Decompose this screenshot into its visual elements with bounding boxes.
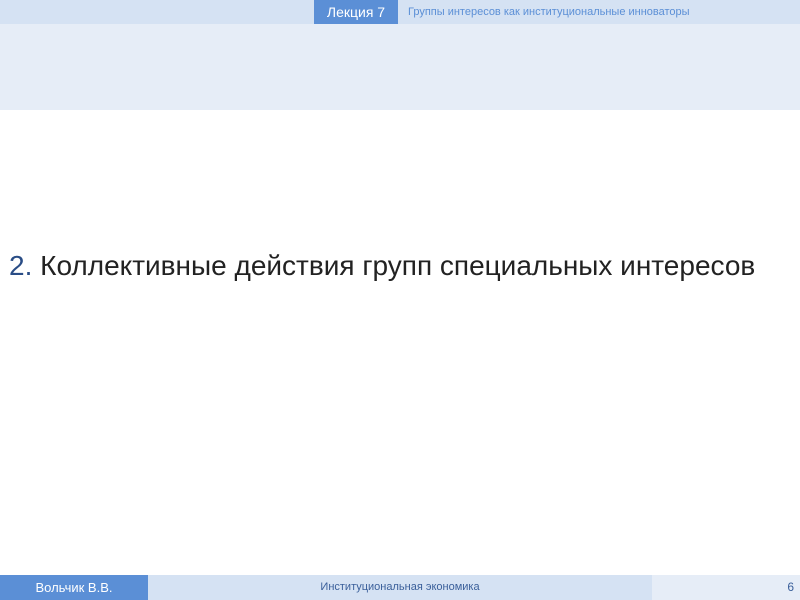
title-band	[0, 24, 800, 110]
page-number: 6	[787, 580, 794, 594]
footer-author: Вольчик В.В.	[0, 575, 148, 600]
footer: Вольчик В.В. Институциональная экономика…	[0, 575, 800, 600]
footer-course: Институциональная экономика	[320, 581, 480, 593]
header-bar: Лекция 7 Группы интересов как институцио…	[0, 0, 800, 24]
footer-right-strip	[652, 575, 800, 600]
lecture-topic: Группы интересов как институциональные и…	[408, 6, 690, 18]
slide-number: 2.	[9, 250, 33, 281]
slide-heading-text: Коллективные действия групп специальных …	[40, 250, 756, 281]
slide-heading: 2. Коллективные действия групп специальн…	[9, 248, 769, 284]
lecture-label: Лекция 7	[314, 0, 398, 24]
